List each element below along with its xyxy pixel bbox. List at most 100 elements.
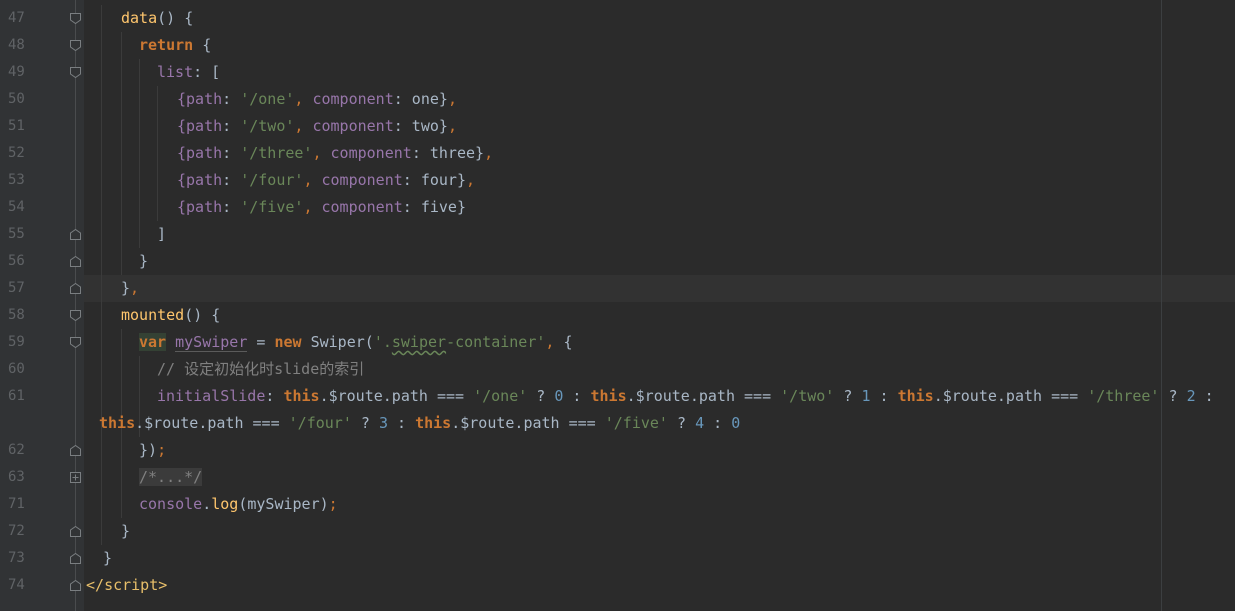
fold-start-icon[interactable] [69, 39, 82, 52]
code-token: '/two' [240, 117, 295, 135]
code-token: : three} [411, 144, 485, 162]
code-token: : one} [393, 90, 448, 108]
code-token: // 设定初始化时slide的索引 [157, 360, 365, 378]
line-number: 59 [8, 334, 25, 350]
code-line[interactable]: } [121, 518, 130, 545]
line-number: 72 [8, 523, 25, 539]
fold-end-icon[interactable] [69, 552, 82, 565]
fold-end-icon[interactable] [69, 525, 82, 538]
code-line[interactable]: mounted() { [121, 302, 220, 329]
line-number: 50 [8, 91, 25, 107]
code-line[interactable]: {path: '/two', component: two}, [177, 113, 457, 140]
code-line[interactable]: }); [139, 437, 166, 464]
code-token: .$route.path === [626, 387, 781, 405]
fold-end-icon[interactable] [69, 228, 82, 241]
code-token: 4 [695, 414, 705, 432]
code-token: this [415, 414, 452, 432]
code-line[interactable]: {path: '/three', component: three}, [177, 140, 493, 167]
code-token: component [321, 198, 403, 216]
code-token: '/five' [240, 198, 304, 216]
code-line[interactable]: var mySwiper = new Swiper('.swiper-conta… [139, 329, 573, 356]
code-token: ? [351, 414, 379, 432]
code-token: , [447, 117, 457, 135]
code-token: : [870, 387, 898, 405]
fold-end-icon[interactable] [69, 255, 82, 268]
fold-end-icon[interactable] [69, 579, 82, 592]
code-token: : [ [193, 63, 221, 81]
code-token: '/three' [240, 144, 313, 162]
indent-guide [139, 59, 140, 248]
code-token: , [294, 90, 313, 108]
code-line[interactable]: {path: '/one', component: one}, [177, 86, 457, 113]
code-token: { [177, 171, 187, 189]
code-token: .$route.path === [135, 414, 289, 432]
code-token: component [330, 144, 412, 162]
code-line[interactable]: ] [157, 221, 166, 248]
gutter: 47 48 49 50 51 52 53 54 55 56 57 58 59 60 61 62 63 71 72 73… [0, 0, 84, 611]
code-line[interactable]: /*...*/ [139, 464, 203, 491]
indent-guide [121, 32, 122, 275]
code-token: '/two' [780, 387, 835, 405]
code-line[interactable]: {path: '/five', component: five} [177, 194, 466, 221]
fold-start-icon[interactable] [69, 336, 82, 349]
code-line[interactable]: </script> [86, 572, 167, 599]
line-number: 57 [8, 280, 25, 296]
code-token: path [186, 171, 223, 189]
code-token: { [193, 36, 212, 54]
line-number: 51 [8, 118, 25, 134]
code-token: this [590, 387, 627, 405]
code-token: : [563, 387, 591, 405]
code-token: ? [1159, 387, 1187, 405]
code-token: = [247, 333, 275, 351]
code-token: .$route.path === [319, 387, 474, 405]
code-token: }) [139, 441, 158, 459]
code-token: { [177, 90, 187, 108]
code-token: 3 [378, 414, 388, 432]
line-number: 53 [8, 172, 25, 188]
fold-start-icon[interactable] [69, 66, 82, 79]
code-token: , [466, 171, 476, 189]
line-number: 74 [8, 577, 25, 593]
code-line[interactable]: }, [121, 275, 139, 302]
line-number: 56 [8, 253, 25, 269]
code-token: : five} [402, 198, 466, 216]
code-token: .$route.path === [451, 414, 605, 432]
code-token: /*...*/ [139, 468, 203, 486]
code-token: mySwiper [175, 333, 248, 352]
code-token: '. [373, 333, 392, 351]
code-token: , [484, 144, 494, 162]
line-number [8, 410, 32, 437]
code-line[interactable]: list: [ [157, 59, 220, 86]
fold-end-icon[interactable] [69, 282, 82, 295]
fold-start-icon[interactable] [69, 309, 82, 322]
code-line[interactable]: initialSlide: this.$route.path === '/one… [157, 383, 1214, 410]
code-token: { [177, 117, 187, 135]
code-line[interactable]: {path: '/four', component: four}, [177, 167, 475, 194]
code-token: ; [328, 495, 338, 513]
code-line[interactable]: } [103, 545, 112, 572]
fold-collapsed-icon[interactable] [69, 471, 82, 484]
code-editor[interactable]: 47 48 49 50 51 52 53 54 55 56 57 58 59 60 61 62 63 71 72 73… [0, 0, 1235, 611]
code-token: data [121, 9, 158, 27]
code-token: ? [834, 387, 862, 405]
fold-end-icon[interactable] [69, 444, 82, 457]
line-number: 73 [8, 550, 25, 566]
code-line[interactable]: // 设定初始化时slide的索引 [157, 356, 364, 383]
fold-start-icon[interactable] [69, 12, 82, 25]
code-token: script [104, 576, 159, 594]
code-line[interactable]: } [139, 248, 148, 275]
code-token: , [130, 279, 140, 297]
code-token: : [222, 117, 241, 135]
code-token: component [312, 90, 394, 108]
code-line[interactable]: data() { [121, 5, 193, 32]
line-number: 49 [8, 64, 25, 80]
code-token: 2 [1186, 387, 1196, 405]
code-token: var [139, 333, 167, 351]
code-line[interactable]: console.log(mySwiper); [139, 491, 338, 518]
code-token: this [283, 387, 320, 405]
code-token: : [222, 90, 241, 108]
code-token: </ [86, 576, 105, 594]
code-token: { [563, 333, 573, 351]
code-line[interactable]: return { [139, 32, 211, 59]
code-line[interactable]: this.$route.path === '/four' ? 3 : this.… [99, 410, 740, 437]
